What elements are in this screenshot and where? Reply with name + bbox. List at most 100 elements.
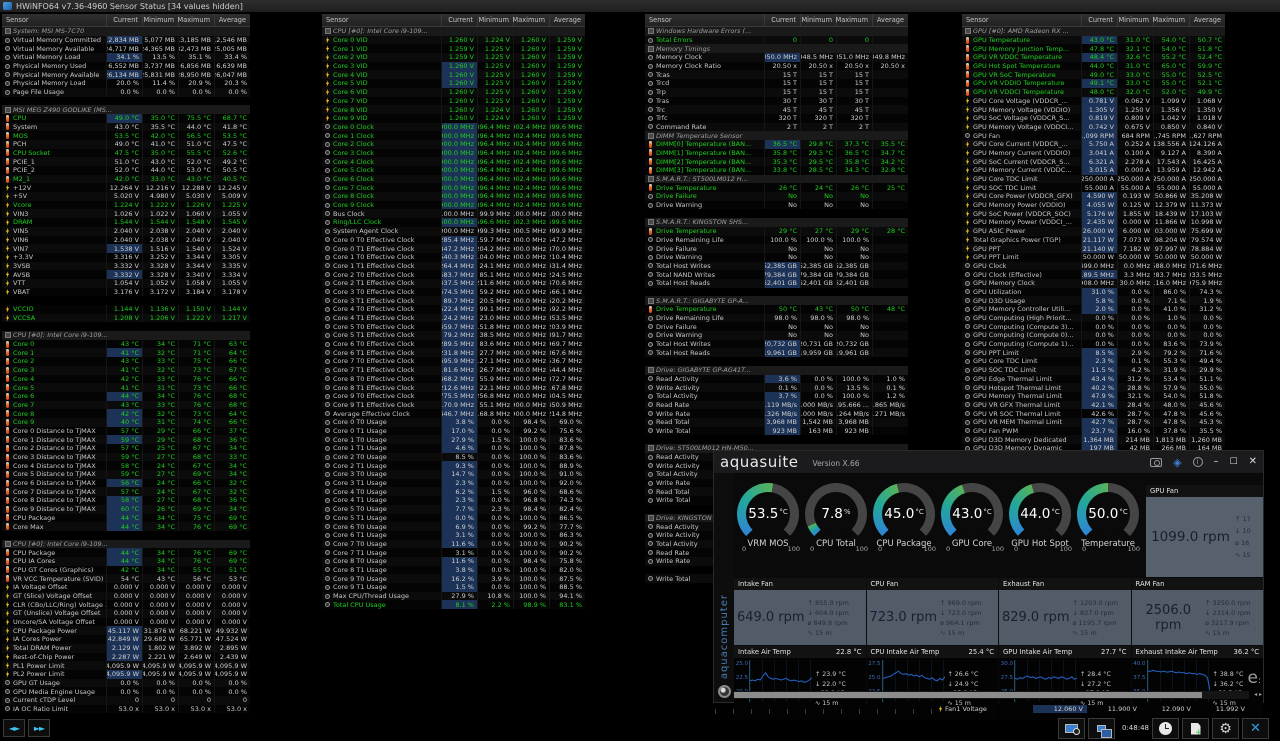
sensor-row[interactable]: GPU D3D Memory Dedicated 1,364 MB 214 MB 1,… xyxy=(962,435,1225,444)
sensor-row[interactable]: CPU Package 44 °C 34 °C 75 °C 69 °C xyxy=(2,513,250,523)
sensor-row[interactable]: GPU Core Voltage (VDDCR_... 0.781 V 0.062 … xyxy=(962,96,1225,106)
sensor-row[interactable]: Vcore 1.224 V 1.222 V 1.226 V 1.225 V xyxy=(2,200,250,210)
sensor-row[interactable]: Bus Clock 100.0 MHz 99.9 MHz 100.0 MHz 100.0… xyxy=(322,209,585,219)
sensor-row[interactable]: Write Activity 0.1 % 0.0 % 13.5 % 0.1 % xyxy=(645,383,908,392)
sensor-row[interactable]: Total DRAM Power 2.129 W 1.802 W 3.892 W 2.8… xyxy=(2,643,250,653)
screenshot-icon[interactable] xyxy=(1150,457,1163,467)
sensor-row[interactable]: Core 4 T0 Usage 6.2 % 1.5 % 96.0 % 68.6 % xyxy=(322,487,585,497)
sensor-row[interactable]: GPU SoC Current (VDDCR_S... 6.321 A 2.278 … xyxy=(962,157,1225,166)
sensor-row[interactable]: GPU VR SOC Thermal Limit 42.6 % 28.7 % 47.8… xyxy=(962,409,1225,418)
sensor-row[interactable]: GPU VR MEM Thermal Limit 42.7 % 28.7 % 47.8… xyxy=(962,417,1225,427)
sensor-row[interactable]: GPU Memory Power (VDDIO) 4.055 W 0.125 W 12… xyxy=(962,200,1225,210)
section-row[interactable]: DIMM Temperature Sensor xyxy=(645,131,908,140)
sensor-row[interactable]: Core 7 Clock4,900.0 MHz4,896.4 MHz4,902.… xyxy=(322,183,585,193)
sensor-row[interactable]: Core 8 VID 1.260 V 1.224 V 1.260 V 1.259 V xyxy=(322,105,585,114)
sensor-row[interactable]: GPU Memory Controller Utili... 2.0 % 0.0 %… xyxy=(962,305,1225,314)
sensor-row[interactable]: GPU Core Current (VDDCR_... 5.750 A 0.252 … xyxy=(962,139,1225,149)
sensor-row[interactable]: GPU Fan 1,099 RPM 684 RPM 1,745 RPM 1,627 RP… xyxy=(962,131,1225,140)
sensor-row[interactable]: Physical Memory Available 26,134 MB 25,831… xyxy=(2,70,250,80)
sensor-row[interactable]: GPU VR VDDIO Temperature 49.1 °C 33.0 °C 55… xyxy=(962,79,1225,88)
sensor-row[interactable]: Core 5 Distance to TjMAX 59 °C 27 °C 69 °C 3… xyxy=(2,470,250,479)
sensor-row[interactable]: GPU SOC TDC Limit 11.5 % 4.2 % 31.9 % 29.9 % xyxy=(962,365,1225,375)
sensor-row[interactable]: PCIE_2 52.0 °C 44.0 °C 53.0 °C 50.5 °C xyxy=(2,166,250,175)
section-row[interactable]: CPU [#0]: Intel Core i9-109... xyxy=(2,331,250,340)
sensor-row[interactable]: VCCIO 1.144 V 1.136 V 1.150 V 1.144 V xyxy=(2,305,250,314)
sensor-row[interactable]: Core 3 Distance to TjMAX 59 °C 27 °C 68 °C 3… xyxy=(2,452,250,462)
sensor-row[interactable]: CPU Package 44 °C 34 °C 76 °C 69 °C xyxy=(2,548,250,557)
sensor-row[interactable]: Core 8 T0 Effective Clock 468.2 MHz 55.9 M… xyxy=(322,374,585,384)
sensor-row[interactable]: Drive Temperature 26 °C 24 °C 26 °C 25 °C xyxy=(645,183,908,193)
sensor-row[interactable]: Core 4 T0 Effective Clock 522.4 MHz 99.1 M… xyxy=(322,305,585,314)
sensor-row[interactable]: Core 9 40 °C 31 °C 74 °C 66 °C xyxy=(2,417,250,427)
sensor-row[interactable]: Total Host Reads162,401 GB162,401 GB162,… xyxy=(645,278,908,288)
sensor-row[interactable]: Core 6 T1 Usage 3.1 % 0.0 % 100.0 % 86.3 % xyxy=(322,530,585,540)
sensor-row[interactable]: Core 5 Clock4,900.0 MHz4,896.4 MHz4,902.… xyxy=(322,166,585,175)
sensor-row[interactable]: Core 9 T0 Effective Clock 775.5 MHz 256.8 … xyxy=(322,391,585,401)
sensor-row[interactable]: Memory Clock Ratio 20.50 x 20.50 x 20.50 x2… xyxy=(645,61,908,71)
sensor-row[interactable]: Total Activity 3.7 % 0.0 % 100.0 % 1.2 % xyxy=(645,391,908,401)
sensor-row[interactable]: Core 0 Distance to TjMAX 57 °C 29 °C 66 °C 3… xyxy=(2,426,250,436)
sensor-row[interactable]: Uncore/SA Voltage Offset 0.000 V 0.000 V 0.… xyxy=(2,617,250,627)
sensor-row[interactable]: DRAM 1.544 V 1.544 V 1.548 V 1.545 V xyxy=(2,218,250,227)
sensor-row[interactable]: System Agent Clock1,000.0 MHz999.3 MHz1,… xyxy=(322,226,585,236)
sensor-row[interactable]: Core 6 T0 Effective Clock 289.5 MHz 83.6 M… xyxy=(322,339,585,349)
sensor-row[interactable]: Core 7 T1 Usage 3.1 % 0.0 % 100.0 % 90.2 % xyxy=(322,548,585,557)
sensor-row[interactable]: GPU Memory Thermal Limit 47.9 % 32.1 % 54.0… xyxy=(962,391,1225,401)
sensor-row[interactable]: Core 6 T1 Effective Clock 231.8 MHz 27.7 M… xyxy=(322,348,585,358)
sensor-row[interactable]: GPU SOC TDC Limit 55.000 A 55.000 A 55.000 … xyxy=(962,183,1225,193)
sensor-row[interactable]: GPU Clock499.0 MHz0.0 MHz2,588.0 MHz2,37… xyxy=(962,261,1225,271)
sensor-row[interactable]: Core 6 44 °C 34 °C 76 °C 68 °C xyxy=(2,391,250,401)
sensor-row[interactable]: CPU Socket 47.5 °C 35.0 °C 55.5 °C 52.6 °C xyxy=(2,148,250,158)
close-icon[interactable]: ✕ xyxy=(1249,457,1257,467)
sensor-row[interactable]: Virtual Memory Available 24,717 MB 24,365 … xyxy=(2,44,250,54)
sensor-row[interactable]: Trp 15 T 15 T 15 T xyxy=(645,87,908,97)
table-header[interactable]: Sensor Current Minimum Maximum Average xyxy=(322,14,585,27)
temp-chart-cpu-intake-air-temp[interactable]: CPU Intake Air Temp25.4 °C27.525.022.5↑ … xyxy=(866,646,998,720)
section-row[interactable]: Windows Hardware Errors (... xyxy=(645,27,908,36)
sensor-row[interactable]: Core 4 42 °C 33 °C 76 °C 66 °C xyxy=(2,374,250,384)
temp-chart-exhaust-intake-air-temp[interactable]: Exhaust Intake Air Temp36.2 °C40.037.535… xyxy=(1131,646,1263,720)
sensor-row[interactable]: GPU VR GFX Thermal Limit 42.1 % 28.4 % 48.0… xyxy=(962,400,1225,410)
sensor-row[interactable]: GPU Memory Current (VDDC... 3.015 A 0.000 … xyxy=(962,166,1225,175)
fan-panel-exhaust-fan[interactable]: Exhaust Fan 829.0 rpm ↑ 1203.0 rpm ↓ 827.0 … xyxy=(999,578,1131,645)
aquasuite-titlebar[interactable]: aquasuite Version X.66 ◈ i – ☐ ✕ xyxy=(714,451,1263,473)
section-row[interactable]: MSI MEG Z490 GODLIKE (MS... xyxy=(2,105,250,114)
sensor-row[interactable]: AVSB 3.332 V 3.328 V 3.340 V 3.334 V xyxy=(2,270,250,279)
sensor-row[interactable]: GPU D3D Usage 5.8 % 0.0 % 7.1 % 1.9 % xyxy=(962,296,1225,305)
section-row[interactable]: System: MSI MS-7C70 xyxy=(2,27,250,36)
sensor-row[interactable]: Core 1 T0 Usage 27.9 % 1.5 % 100.0 % 83.6 % xyxy=(322,435,585,444)
sensor-row[interactable]: System 43.0 °C 35.5 °C 44.0 °C 41.8 °C xyxy=(2,122,250,132)
sensor-row[interactable]: GPU Fan PWM 23.7 % 16.0 % 37.8 % 35.5 % xyxy=(962,426,1225,436)
sensor-row[interactable]: Drive Remaining Life 100.0 % 100.0 % 100.0 … xyxy=(645,235,908,245)
sensor-row[interactable]: Physical Memory Used 6,552 MB 3,737 MB 6,85… xyxy=(2,61,250,71)
sensor-row[interactable]: GPU SoC Power (VDDCR_SOC) 5.176 W 1.855 W1… xyxy=(962,209,1225,219)
sensor-row[interactable]: VIN7 1.538 V 1.516 V 1.540 V 1.524 V xyxy=(2,244,250,253)
sensor-row[interactable]: +12V 12.264 V 12.216 V 12.288 V 12.245 V xyxy=(2,183,250,193)
sensor-row[interactable]: GPU Memory Current (VDDIO) 3.041 A 0.100 A… xyxy=(962,148,1225,158)
section-row[interactable]: CPU [#0]: Intel Core i9-109... xyxy=(2,539,250,549)
sensor-row[interactable]: Core 0 T1 Usage 17.0 % 0.0 % 99.2 % 75.6 % xyxy=(322,426,585,436)
sensor-row[interactable]: MOS 53.5 °C 42.0 °C 56.5 °C 53.5 °C xyxy=(2,131,250,140)
sensor-row[interactable]: Core 0 VID 1.260 V 1.224 V 1.260 V 1.259 V xyxy=(322,35,585,45)
sensor-row[interactable]: Core 3 T0 Usage 14.7 % 0.0 % 100.0 % 91.0 % xyxy=(322,470,585,479)
sensor-row[interactable]: Core 2 T0 Usage 8.5 % 0.0 % 100.0 % 83.6 % xyxy=(322,452,585,462)
sensor-row[interactable]: Read Total 3,968 MB 1,542 MB 3,968 MB xyxy=(645,417,908,427)
sensor-row[interactable]: VIN5 2.040 V 2.038 V 2.040 V 2.040 V xyxy=(2,226,250,236)
fan-panel-intake-fan[interactable]: Intake Fan 649.0 rpm ↑ 855.0 rpm ↓ 604.0 rp… xyxy=(734,578,866,645)
sensor-row[interactable]: GPU Hot Spot Temperature 44.0 °C 31.0 °C 65… xyxy=(962,61,1225,71)
pages-icon[interactable]: ◈ xyxy=(1173,457,1181,468)
sensor-row[interactable]: GPU PPT 21.140 W 7.182 W 197.997 W 178.884 W xyxy=(962,244,1225,253)
sensor-row[interactable]: Core 1 41 °C 32 °C 71 °C 64 °C xyxy=(2,348,250,358)
aquasuite-scrollbar[interactable] xyxy=(734,691,1249,699)
fan-panel-cpu-fan[interactable]: CPU Fan 723.0 rpm ↑ 969.0 rpm ↓ 723.0 rpm ø … xyxy=(866,578,998,645)
sensor-row[interactable]: Core 8 Clock4,900.0 MHz4,896.4 MHz4,902.… xyxy=(322,192,585,201)
sensor-row[interactable]: Core 5 T1 Effective Clock 79.2 MHz 38.5 MH… xyxy=(322,331,585,340)
sensor-row[interactable]: Drive Failure No No No xyxy=(645,322,908,332)
sensor-row[interactable]: GPU VR VDDCI Temperature 48.0 °C 32.0 °C 52… xyxy=(962,87,1225,97)
gpu-fan-panel[interactable]: GPU Fan 1099.0 rpm ↑ 17 ↓ 10 ø 16 ∿ 15 xyxy=(1146,485,1263,577)
sensor-row[interactable]: Core 3 41 °C 32 °C 73 °C 67 °C xyxy=(2,365,250,375)
sensor-row[interactable]: Core 2 T0 Effective Clock 583.7 MHz 85.1 M… xyxy=(322,270,585,279)
sensor-row[interactable]: Core 3 VID 1.260 V 1.225 V 1.260 V 1.259 V xyxy=(322,61,585,71)
sensor-row[interactable]: Total Graphics Power (TGP) 21.117 W 7.073 … xyxy=(962,235,1225,245)
sensor-row[interactable]: Total Host Writes 52,385 GB 52,385 GB 52,38… xyxy=(645,261,908,271)
